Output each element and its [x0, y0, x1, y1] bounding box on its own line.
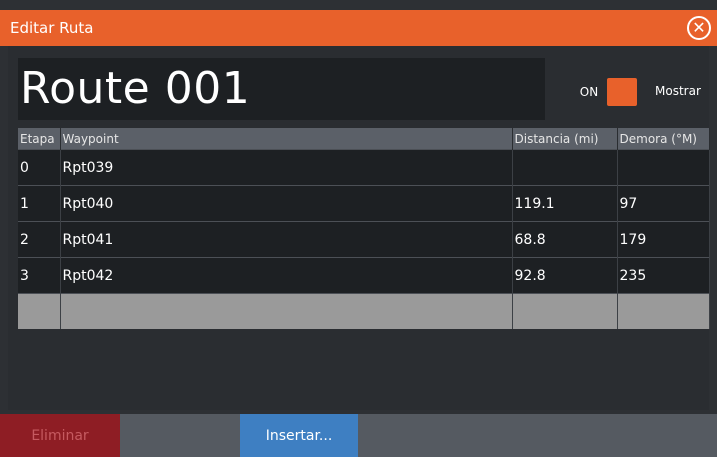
empty-action-slot — [120, 414, 240, 457]
show-toggle[interactable]: ON — [571, 78, 643, 106]
leg-cell — [18, 293, 61, 329]
route-panel: Route 001 ON Mostrar Etapa Waypoint Dist… — [8, 46, 710, 410]
title-bar: Editar Ruta ✕ — [0, 10, 717, 46]
toggle-knob[interactable] — [607, 78, 637, 106]
distance-cell: 68.8 — [512, 221, 618, 258]
edit-route-dialog: Editar Ruta ✕ Route 001 ON Mostrar Etapa… — [0, 0, 717, 457]
dialog-title: Editar Ruta — [10, 19, 94, 37]
action-bar: Eliminar Insertar... — [0, 414, 717, 457]
waypoint-cell — [60, 293, 513, 329]
table-row[interactable]: 1 Rpt040 119.1 97 — [18, 185, 710, 222]
distance-cell: 119.1 — [512, 185, 618, 222]
route-name-field[interactable]: Route 001 — [18, 58, 545, 120]
insert-button[interactable]: Insertar... — [240, 414, 358, 457]
bearing-cell: 235 — [617, 257, 710, 294]
leg-cell: 3 — [18, 257, 61, 294]
table-header-row: Etapa Waypoint Distancia (mi) Demora (°M… — [18, 128, 710, 150]
table-row[interactable]: 3 Rpt042 92.8 235 — [18, 257, 710, 294]
bearing-cell: 179 — [617, 221, 710, 258]
bearing-cell: 97 — [617, 185, 710, 222]
waypoint-cell: Rpt042 — [60, 257, 513, 294]
bearing-cell — [617, 293, 710, 329]
distance-cell — [512, 293, 618, 329]
bearing-cell — [617, 149, 710, 186]
column-header-distance[interactable]: Distancia (mi) — [512, 128, 618, 150]
route-legs-table: Etapa Waypoint Distancia (mi) Demora (°M… — [18, 128, 710, 329]
column-header-waypoint[interactable]: Waypoint — [60, 128, 513, 150]
waypoint-cell: Rpt039 — [60, 149, 513, 186]
column-header-leg[interactable]: Etapa — [18, 128, 61, 150]
route-name: Route 001 — [20, 63, 251, 114]
distance-cell — [512, 149, 618, 186]
table-row[interactable]: 0 Rpt039 — [18, 149, 710, 186]
table-row[interactable]: 2 Rpt041 68.8 179 — [18, 221, 710, 258]
show-label: Mostrar — [655, 84, 701, 98]
waypoint-cell: Rpt041 — [60, 221, 513, 258]
delete-button[interactable]: Eliminar — [0, 414, 120, 457]
toggle-state-label: ON — [579, 85, 599, 99]
leg-cell: 2 — [18, 221, 61, 258]
leg-cell: 0 — [18, 149, 61, 186]
table-row-selected[interactable] — [18, 293, 710, 329]
distance-cell: 92.8 — [512, 257, 618, 294]
close-icon[interactable]: ✕ — [687, 16, 711, 40]
empty-action-area — [358, 414, 717, 457]
waypoint-cell: Rpt040 — [60, 185, 513, 222]
column-header-bearing[interactable]: Demora (°M) — [617, 128, 710, 150]
leg-cell: 1 — [18, 185, 61, 222]
